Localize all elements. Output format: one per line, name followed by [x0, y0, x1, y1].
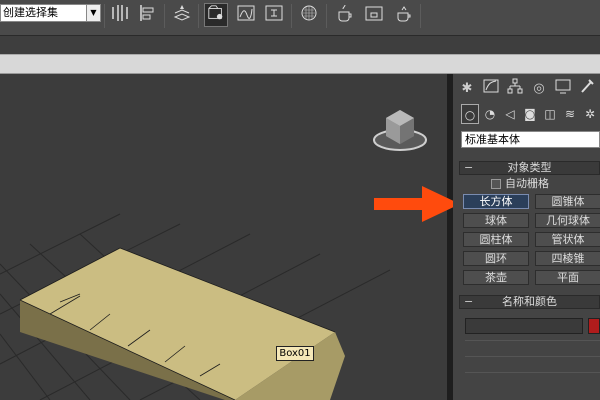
geometry-icon[interactable]: ○ — [461, 104, 479, 124]
teapot-button[interactable]: 茶壶 — [463, 270, 529, 285]
tube-button[interactable]: 管状体 — [535, 232, 600, 247]
scene-explorer-icon[interactable] — [204, 3, 228, 27]
ribbon-bar — [0, 36, 600, 54]
modify-tab-icon[interactable] — [481, 78, 501, 100]
motion-tab-icon[interactable]: ◎ — [529, 78, 549, 100]
toolbar-separator — [326, 4, 327, 28]
plane-button[interactable]: 平面 — [535, 270, 600, 285]
lights-icon[interactable]: ◁ — [501, 104, 519, 124]
display-tab-icon[interactable] — [553, 78, 573, 100]
object-name-field[interactable] — [465, 318, 583, 334]
hierarchy-tab-icon[interactable] — [505, 78, 525, 100]
primitive-type-value: 标准基本体 — [465, 133, 520, 146]
mirror-icon[interactable] — [108, 3, 132, 27]
rollout-name-and-color-title: 名称和颜色 — [502, 295, 557, 308]
create-category-tabs: ○ ◔ ◁ ◙ ◫ ≋ ✲ — [457, 104, 600, 126]
rollout-name-and-color[interactable]: − 名称和颜色 — [459, 295, 600, 309]
object-name-label: Box01 — [276, 346, 314, 361]
toolbar-separator — [291, 4, 292, 28]
named-selection-value: 创建选择集 — [3, 6, 58, 19]
systems-icon[interactable]: ✲ — [581, 104, 599, 124]
render-setup-icon[interactable] — [332, 3, 356, 27]
chevron-down-icon[interactable]: ▼ — [86, 5, 100, 21]
align-icon[interactable] — [136, 3, 160, 27]
perspective-viewport[interactable]: Box01 — [0, 74, 450, 400]
box-button[interactable]: 长方体 — [463, 194, 529, 209]
sphere-button[interactable]: 球体 — [463, 213, 529, 228]
viewcube[interactable] — [373, 110, 427, 151]
named-selection-set-dropdown[interactable]: 创建选择集 ▼ — [0, 4, 101, 22]
command-panel-tabs: ✱ ◎ — [457, 78, 600, 100]
render-frame-icon[interactable] — [362, 3, 386, 27]
autogrid-row[interactable]: 自动栅格 — [491, 177, 549, 191]
autogrid-label: 自动栅格 — [505, 177, 549, 190]
toolbar-separator — [164, 4, 165, 28]
cylinder-button[interactable]: 圆柱体 — [463, 232, 529, 247]
collapse-icon[interactable]: − — [464, 162, 473, 174]
cameras-icon[interactable]: ◙ — [521, 104, 539, 124]
main-toolbar: 创建选择集 ▼ — [0, 0, 600, 36]
layer-icon[interactable] — [170, 3, 194, 27]
toolbar-separator — [420, 4, 421, 28]
rollout-object-type[interactable]: − 对象类型 — [459, 161, 600, 175]
utilities-tab-icon[interactable] — [577, 78, 597, 100]
torus-button[interactable]: 圆环 — [463, 251, 529, 266]
collapse-icon[interactable]: − — [464, 296, 473, 308]
cone-button[interactable]: 圆锥体 — [535, 194, 600, 209]
curve-editor-icon[interactable] — [234, 3, 258, 27]
ribbon-panel — [0, 54, 600, 74]
toolbar-separator — [198, 4, 199, 28]
pyramid-button[interactable]: 四棱锥 — [535, 251, 600, 266]
material-editor-icon[interactable] — [297, 3, 321, 27]
render-icon[interactable] — [392, 3, 416, 27]
create-tab-icon[interactable]: ✱ — [457, 78, 477, 100]
panel-row — [465, 356, 600, 370]
toolbar-separator — [104, 4, 105, 28]
space-warps-icon[interactable]: ≋ — [561, 104, 579, 124]
rollout-object-type-title: 对象类型 — [507, 161, 552, 174]
schematic-icon[interactable] — [262, 3, 286, 27]
panel-row — [465, 372, 600, 386]
autogrid-checkbox[interactable] — [491, 179, 501, 189]
helpers-icon[interactable]: ◫ — [541, 104, 559, 124]
command-panel: ✱ ◎ ○ ◔ ◁ ◙ ◫ ≋ ✲ 标准基本体 − 对象类型 自动栅格 长方体 … — [453, 74, 600, 400]
box01-mesh[interactable] — [19, 247, 345, 400]
geosphere-button[interactable]: 几何球体 — [535, 213, 600, 228]
shapes-icon[interactable]: ◔ — [481, 104, 499, 124]
primitive-type-dropdown[interactable]: 标准基本体 — [461, 131, 600, 148]
panel-row — [465, 340, 600, 354]
object-color-swatch[interactable] — [588, 318, 600, 334]
annotation-arrow-icon — [374, 186, 460, 226]
viewport-scene — [0, 110, 427, 400]
